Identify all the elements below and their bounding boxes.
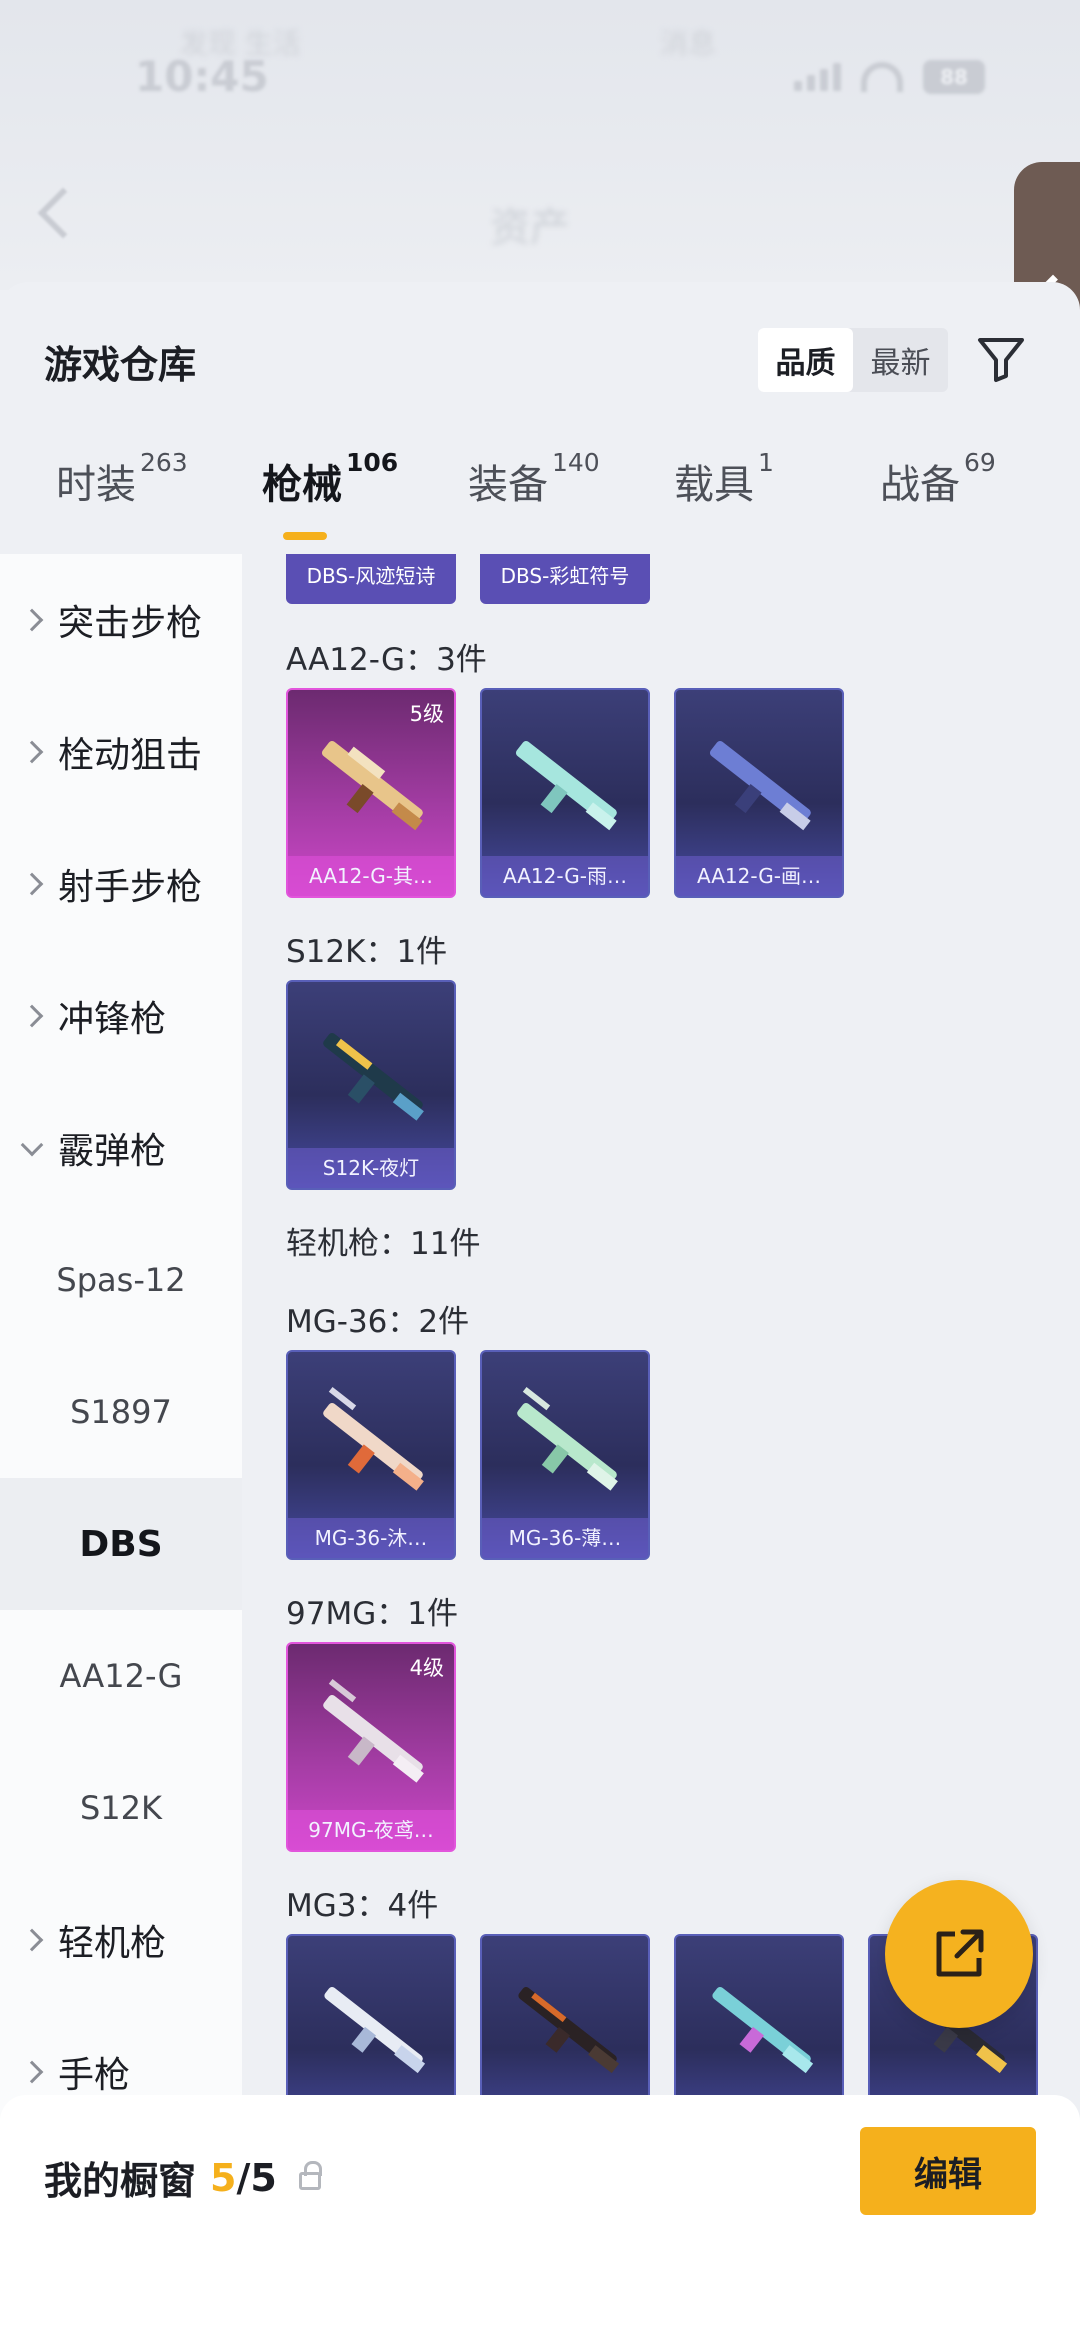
gun-image xyxy=(323,1678,424,1783)
item-card[interactable]: MG-36-沐… xyxy=(286,1350,456,1560)
chevron-right-icon xyxy=(20,2060,44,2084)
edit-button[interactable]: 编辑 xyxy=(860,2127,1036,2215)
status-ghost-left: 发现 生活 xyxy=(180,27,301,60)
gun-image xyxy=(712,1986,814,2074)
gun-image xyxy=(709,740,811,831)
showcase-used: 5 xyxy=(210,2155,237,2200)
filter-icon[interactable] xyxy=(976,334,1026,384)
gun-image xyxy=(515,740,617,831)
tab-skins[interactable]: 时装 263 xyxy=(56,448,188,510)
cat-dbs[interactable]: DBS xyxy=(0,1478,242,1610)
chevron-down-icon xyxy=(20,1133,44,1157)
item-card[interactable]: 4级 97MG-夜鸢… xyxy=(286,1642,456,1852)
group-label: MG-36：2件 xyxy=(286,1304,470,1340)
gun-image xyxy=(517,1386,618,1491)
gun-image xyxy=(323,1386,424,1491)
cat-assault-rifle[interactable]: 突击步枪 xyxy=(0,554,242,686)
item-name: 97MG-夜鸢… xyxy=(288,1810,454,1850)
showcase-total: 5 xyxy=(250,2155,277,2200)
item-card[interactable]: MG-36-薄… xyxy=(480,1350,650,1560)
item-name: S12K-夜灯 xyxy=(288,1148,454,1188)
item-name: AA12-G-画… xyxy=(676,856,842,896)
cat-aa12g[interactable]: AA12-G xyxy=(0,1610,242,1742)
cat-lmg[interactable]: 轻机枪 xyxy=(0,1874,242,2006)
warehouse-sheet: 游戏仓库 品质 最新 时装 263 枪械 106 装备 140 载具 1 战备 69 突击… xyxy=(0,282,1080,2341)
tab-vehicles[interactable]: 载具 1 xyxy=(674,448,774,510)
item-name: AA12-G-其… xyxy=(288,856,454,896)
group-label: AA12-G：3件 xyxy=(286,642,487,678)
signal-icon xyxy=(794,63,841,91)
page-title: 资产 xyxy=(490,205,570,251)
chevron-right-icon xyxy=(20,872,44,896)
gun-image xyxy=(323,1032,424,1121)
item-card[interactable]: AA12-G-雨… xyxy=(480,688,650,898)
tab-gear[interactable]: 装备 140 xyxy=(468,448,600,510)
chevron-right-icon xyxy=(20,1928,44,1952)
cat-bolt-sniper[interactable]: 栓动狙击 xyxy=(0,686,242,818)
lock-icon xyxy=(298,2160,322,2190)
chevron-right-icon xyxy=(20,1004,44,1028)
tab-supplies[interactable]: 战备 69 xyxy=(880,448,996,510)
sheet-title: 游戏仓库 xyxy=(44,343,197,387)
item-card-strip[interactable]: DBS-彩虹符号 xyxy=(480,554,650,604)
tab-guns[interactable]: 枪械 106 xyxy=(262,448,398,510)
status-icons: 88 xyxy=(794,60,985,94)
sort-toggle: 品质 最新 xyxy=(758,328,948,392)
battery-icon: 88 xyxy=(923,60,985,94)
item-card[interactable]: S12K-夜灯 xyxy=(286,980,456,1190)
back-icon[interactable] xyxy=(37,187,89,239)
showcase-bar: 我的橱窗 5/5 编辑 xyxy=(0,2095,1080,2341)
category-list: 突击步枪 栓动狙击 射手步枪 冲锋枪 霰弹枪 Spas-12 S1897 DBS… xyxy=(0,554,242,2341)
tab-active-indicator xyxy=(283,532,327,540)
item-name: MG-36-沐… xyxy=(288,1518,454,1558)
cat-s12k[interactable]: S12K xyxy=(0,1742,242,1874)
showcase-title: 我的橱窗 xyxy=(44,2159,197,2203)
sort-latest-button[interactable]: 最新 xyxy=(853,328,948,392)
showcase-separator: / xyxy=(236,2155,251,2200)
group-label: 97MG：1件 xyxy=(286,1596,458,1632)
group-label: MG3：4件 xyxy=(286,1888,439,1924)
group-label: S12K：1件 xyxy=(286,934,448,970)
item-name: AA12-G-雨… xyxy=(482,856,648,896)
category-tabs: 时装 263 枪械 106 装备 140 载具 1 战备 69 xyxy=(0,432,1080,542)
item-card-strip[interactable]: DBS-风迹短诗 xyxy=(286,554,456,604)
chevron-right-icon xyxy=(20,608,44,632)
item-name: MG-36-薄… xyxy=(482,1518,648,1558)
item-card[interactable]: AA12-G-画… xyxy=(674,688,844,898)
cat-spas12[interactable]: Spas-12 xyxy=(0,1214,242,1346)
share-button[interactable] xyxy=(885,1880,1033,2028)
status-ghost-right: 消息 xyxy=(660,27,717,60)
status-bar-area: 10:45 发现 生活 消息 88 资产 xyxy=(0,0,1080,290)
chevron-right-icon xyxy=(20,740,44,764)
gun-image xyxy=(321,740,423,831)
item-card[interactable]: 5级 AA12-G-其… xyxy=(286,688,456,898)
group-label: 轻机枪：11件 xyxy=(286,1226,481,1262)
cat-smg[interactable]: 冲锋枪 xyxy=(0,950,242,1082)
wifi-icon xyxy=(861,62,903,92)
showcase-label: 我的橱窗 5/5 xyxy=(44,2150,322,2205)
cat-marksman[interactable]: 射手步枪 xyxy=(0,818,242,950)
gun-image xyxy=(518,1986,620,2074)
cat-shotgun[interactable]: 霰弹枪 xyxy=(0,1082,242,1214)
cat-s1897[interactable]: S1897 xyxy=(0,1346,242,1478)
gun-image xyxy=(324,1986,426,2074)
sort-quality-button[interactable]: 品质 xyxy=(758,328,853,392)
share-icon xyxy=(936,1929,984,1977)
